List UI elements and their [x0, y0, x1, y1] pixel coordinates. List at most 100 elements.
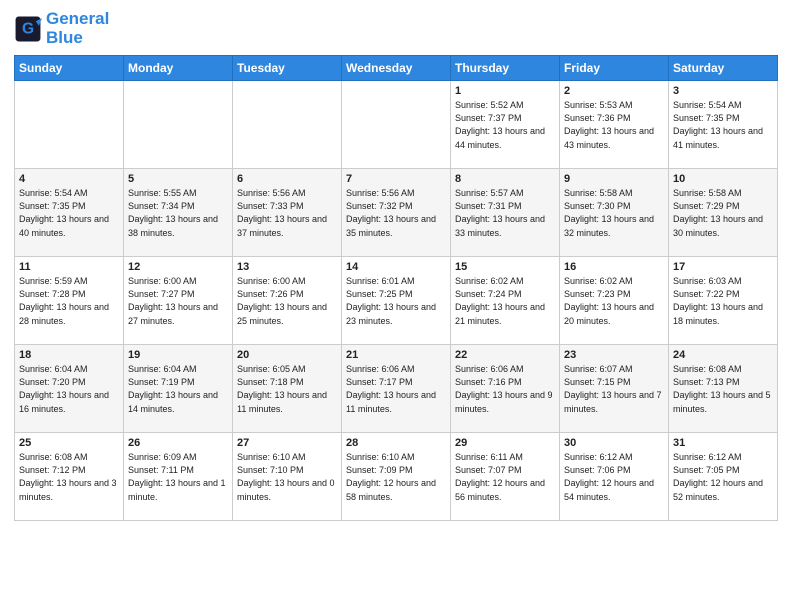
calendar-cell: 10Sunrise: 5:58 AMSunset: 7:29 PMDayligh…: [669, 169, 778, 257]
day-number: 1: [455, 85, 555, 97]
day-info: Sunrise: 6:08 AMSunset: 7:12 PMDaylight:…: [19, 451, 119, 503]
day-info: Sunrise: 6:04 AMSunset: 7:19 PMDaylight:…: [128, 363, 228, 415]
day-number: 20: [237, 349, 337, 361]
day-number: 27: [237, 437, 337, 449]
day-number: 30: [564, 437, 664, 449]
calendar-cell: 14 Sunrise: 6:01 AMSunset: 7:25 PMDayligh…: [342, 257, 451, 345]
day-number: 6: [237, 173, 337, 185]
weekday-header-saturday: Saturday: [669, 56, 778, 81]
calendar-cell: 13Sunrise: 6:00 AMSunset: 7:26 PMDayligh…: [233, 257, 342, 345]
day-info: Sunrise: 6:10 AMSunset: 7:10 PMDaylight:…: [237, 451, 337, 503]
calendar-week-5: 25 Sunrise: 6:08 AMSunset: 7:12 PMDayligh…: [15, 433, 778, 521]
calendar-cell: [15, 81, 124, 169]
day-number: 3: [673, 85, 773, 97]
page: G General Blue SundayMondayTuesdayWednes…: [0, 0, 792, 612]
day-number: 22: [455, 349, 555, 361]
weekday-header-wednesday: Wednesday: [342, 56, 451, 81]
day-number: 18: [19, 349, 119, 361]
day-number: 14: [346, 261, 446, 273]
day-info: Sunrise: 6:05 AMSunset: 7:18 PMDaylight:…: [237, 363, 337, 415]
day-number: 8: [455, 173, 555, 185]
calendar-cell: [233, 81, 342, 169]
calendar-cell: 12 Sunrise: 6:00 AMSunset: 7:27 PMDayligh…: [124, 257, 233, 345]
day-info: Sunrise: 6:12 AMSunset: 7:05 PMDaylight:…: [673, 451, 773, 503]
day-info: Sunrise: 6:10 AMSunset: 7:09 PMDaylight:…: [346, 451, 446, 503]
calendar-cell: 28 Sunrise: 6:10 AMSunset: 7:09 PMDayligh…: [342, 433, 451, 521]
calendar-cell: 24 Sunrise: 6:08 AMSunset: 7:13 PMDayligh…: [669, 345, 778, 433]
calendar-week-2: 4 Sunrise: 5:54 AMSunset: 7:35 PMDaylight…: [15, 169, 778, 257]
calendar-cell: 21Sunrise: 6:06 AMSunset: 7:17 PMDayligh…: [342, 345, 451, 433]
day-info: Sunrise: 6:04 AMSunset: 7:20 PMDaylight:…: [19, 363, 119, 415]
day-info: Sunrise: 5:59 AMSunset: 7:28 PMDaylight:…: [19, 275, 119, 327]
calendar-week-4: 18 Sunrise: 6:04 AMSunset: 7:20 PMDayligh…: [15, 345, 778, 433]
day-info: Sunrise: 6:07 AMSunset: 7:15 PMDaylight:…: [564, 363, 664, 415]
calendar-cell: 25 Sunrise: 6:08 AMSunset: 7:12 PMDayligh…: [15, 433, 124, 521]
day-number: 26: [128, 437, 228, 449]
day-number: 25: [19, 437, 119, 449]
day-info: Sunrise: 6:02 AMSunset: 7:24 PMDaylight:…: [455, 275, 555, 327]
calendar-cell: 27 Sunrise: 6:10 AMSunset: 7:10 PMDayligh…: [233, 433, 342, 521]
calendar-cell: 11 Sunrise: 5:59 AMSunset: 7:28 PMDayligh…: [15, 257, 124, 345]
calendar-cell: 22 Sunrise: 6:06 AMSunset: 7:16 PMDayligh…: [451, 345, 560, 433]
day-info: Sunrise: 6:00 AMSunset: 7:26 PMDaylight:…: [237, 275, 337, 327]
day-number: 2: [564, 85, 664, 97]
weekday-header-tuesday: Tuesday: [233, 56, 342, 81]
day-info: Sunrise: 6:02 AMSunset: 7:23 PMDaylight:…: [564, 275, 664, 327]
calendar-cell: 26 Sunrise: 6:09 AMSunset: 7:11 PMDayligh…: [124, 433, 233, 521]
calendar-cell: 20 Sunrise: 6:05 AMSunset: 7:18 PMDayligh…: [233, 345, 342, 433]
day-number: 31: [673, 437, 773, 449]
day-number: 28: [346, 437, 446, 449]
day-number: 12: [128, 261, 228, 273]
calendar-cell: 2 Sunrise: 5:53 AMSunset: 7:36 PMDaylight…: [560, 81, 669, 169]
weekday-header-sunday: Sunday: [15, 56, 124, 81]
calendar-cell: 15 Sunrise: 6:02 AMSunset: 7:24 PMDayligh…: [451, 257, 560, 345]
day-number: 5: [128, 173, 228, 185]
header: G General Blue: [14, 10, 778, 47]
logo-text: General Blue: [46, 10, 109, 47]
calendar-cell: 6 Sunrise: 5:56 AMSunset: 7:33 PMDaylight…: [233, 169, 342, 257]
day-info: Sunrise: 5:53 AMSunset: 7:36 PMDaylight:…: [564, 99, 664, 151]
day-info: Sunrise: 6:03 AMSunset: 7:22 PMDaylight:…: [673, 275, 773, 327]
day-info: Sunrise: 6:09 AMSunset: 7:11 PMDaylight:…: [128, 451, 228, 503]
calendar-cell: 31 Sunrise: 6:12 AMSunset: 7:05 PMDayligh…: [669, 433, 778, 521]
calendar-cell: 8 Sunrise: 5:57 AMSunset: 7:31 PMDaylight…: [451, 169, 560, 257]
calendar-cell: 19 Sunrise: 6:04 AMSunset: 7:19 PMDayligh…: [124, 345, 233, 433]
day-number: 4: [19, 173, 119, 185]
weekday-header-monday: Monday: [124, 56, 233, 81]
day-number: 24: [673, 349, 773, 361]
calendar-cell: 9Sunrise: 5:58 AMSunset: 7:30 PMDaylight…: [560, 169, 669, 257]
day-info: Sunrise: 5:54 AMSunset: 7:35 PMDaylight:…: [673, 99, 773, 151]
weekday-header-thursday: Thursday: [451, 56, 560, 81]
day-info: Sunrise: 6:06 AMSunset: 7:16 PMDaylight:…: [455, 363, 555, 415]
day-info: Sunrise: 6:00 AMSunset: 7:27 PMDaylight:…: [128, 275, 228, 327]
day-info: Sunrise: 5:55 AMSunset: 7:34 PMDaylight:…: [128, 187, 228, 239]
calendar-week-3: 11 Sunrise: 5:59 AMSunset: 7:28 PMDayligh…: [15, 257, 778, 345]
calendar-cell: 4 Sunrise: 5:54 AMSunset: 7:35 PMDaylight…: [15, 169, 124, 257]
day-number: 11: [19, 261, 119, 273]
day-info: Sunrise: 6:11 AMSunset: 7:07 PMDaylight:…: [455, 451, 555, 503]
day-info: Sunrise: 6:12 AMSunset: 7:06 PMDaylight:…: [564, 451, 664, 503]
calendar-cell: 16 Sunrise: 6:02 AMSunset: 7:23 PMDayligh…: [560, 257, 669, 345]
day-info: Sunrise: 5:58 AMSunset: 7:29 PMDaylight:…: [673, 187, 773, 239]
day-info: Sunrise: 5:54 AMSunset: 7:35 PMDaylight:…: [19, 187, 119, 239]
day-info: Sunrise: 5:56 AMSunset: 7:33 PMDaylight:…: [237, 187, 337, 239]
day-number: 23: [564, 349, 664, 361]
day-info: Sunrise: 6:08 AMSunset: 7:13 PMDaylight:…: [673, 363, 773, 415]
logo: G General Blue: [14, 10, 109, 47]
calendar-cell: 18 Sunrise: 6:04 AMSunset: 7:20 PMDayligh…: [15, 345, 124, 433]
day-number: 15: [455, 261, 555, 273]
weekday-header-friday: Friday: [560, 56, 669, 81]
day-number: 7: [346, 173, 446, 185]
day-info: Sunrise: 5:57 AMSunset: 7:31 PMDaylight:…: [455, 187, 555, 239]
day-number: 16: [564, 261, 664, 273]
day-info: Sunrise: 6:01 AMSunset: 7:25 PMDaylight:…: [346, 275, 446, 327]
calendar-week-1: 1Sunrise: 5:52 AMSunset: 7:37 PMDaylight…: [15, 81, 778, 169]
day-number: 17: [673, 261, 773, 273]
day-info: Sunrise: 5:58 AMSunset: 7:30 PMDaylight:…: [564, 187, 664, 239]
calendar-cell: 29Sunrise: 6:11 AMSunset: 7:07 PMDayligh…: [451, 433, 560, 521]
day-info: Sunrise: 6:06 AMSunset: 7:17 PMDaylight:…: [346, 363, 446, 415]
day-number: 19: [128, 349, 228, 361]
calendar-cell: 1Sunrise: 5:52 AMSunset: 7:37 PMDaylight…: [451, 81, 560, 169]
calendar-cell: [124, 81, 233, 169]
calendar-cell: 3 Sunrise: 5:54 AMSunset: 7:35 PMDaylight…: [669, 81, 778, 169]
